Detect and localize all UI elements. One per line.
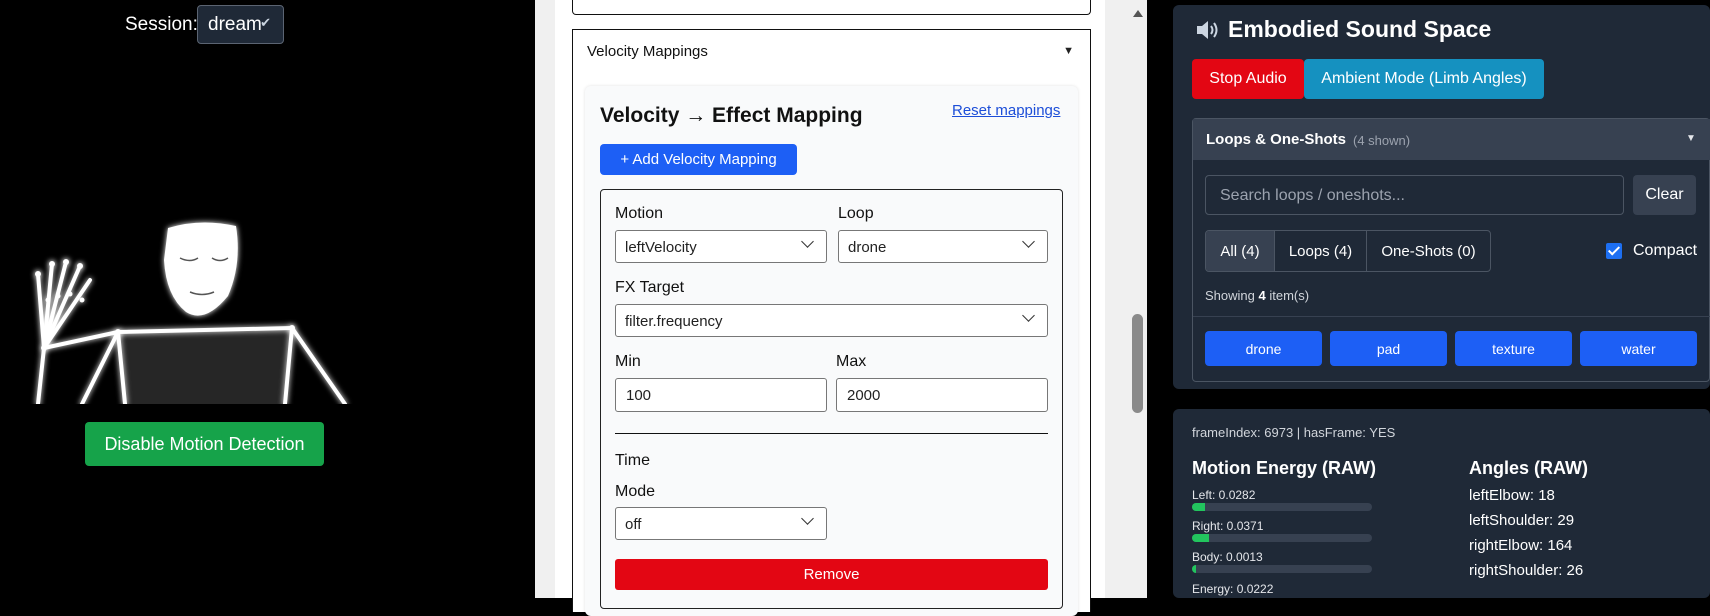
showing-count-text: Showing 4 item(s) bbox=[1205, 288, 1310, 303]
session-label: Session: bbox=[125, 14, 198, 35]
angle-left-shoulder: leftShoulder: 29 bbox=[1469, 512, 1575, 529]
min-input[interactable]: 100 bbox=[615, 378, 827, 412]
divider bbox=[1193, 316, 1710, 317]
compact-label: Compact bbox=[1633, 242, 1698, 259]
filter-tab-one-shots[interactable]: One-Shots (0) bbox=[1367, 231, 1490, 271]
scroll-up-arrow-icon[interactable] bbox=[1133, 10, 1143, 17]
energy-bar-left bbox=[1192, 503, 1372, 511]
stop-audio-button[interactable]: Stop Audio bbox=[1192, 59, 1304, 99]
angle-right-shoulder: rightShoulder: 26 bbox=[1469, 562, 1584, 579]
scrollbar-track[interactable] bbox=[1129, 0, 1147, 598]
velocity-mappings-title: Velocity Mappings bbox=[587, 43, 708, 60]
time-label: Time bbox=[615, 452, 650, 469]
divider bbox=[615, 433, 1048, 434]
energy-bar-fill bbox=[1192, 565, 1196, 573]
loop-chip-drone[interactable]: drone bbox=[1205, 331, 1322, 366]
face-mask bbox=[164, 222, 238, 316]
loop-chip-pad[interactable]: pad bbox=[1330, 331, 1447, 366]
max-label: Max bbox=[836, 353, 867, 370]
motion-select[interactable]: leftVelocity bbox=[615, 230, 827, 263]
clear-search-button[interactable]: Clear bbox=[1633, 175, 1696, 215]
frame-info: frameIndex: 6973 | hasFrame: YES bbox=[1192, 425, 1396, 440]
add-velocity-mapping-button[interactable]: + Add Velocity Mapping bbox=[600, 144, 797, 175]
chevron-down-icon bbox=[801, 512, 814, 525]
remove-mapping-button[interactable]: Remove bbox=[615, 559, 1048, 590]
pose-skeleton-preview bbox=[35, 222, 347, 404]
loops-search-input[interactable]: Search loops / oneshots... bbox=[1205, 175, 1624, 215]
motion-energy-title: Motion Energy (RAW) bbox=[1192, 458, 1376, 478]
loops-count: (4 shown) bbox=[1353, 133, 1411, 148]
sound-space-title: Embodied Sound Space bbox=[1228, 16, 1492, 42]
filter-tab-all[interactable]: All (4) bbox=[1206, 231, 1275, 271]
collapse-triangle-icon[interactable]: ▼ bbox=[1686, 133, 1696, 144]
velocity-mappings-header[interactable]: Velocity Mappings ▼ bbox=[572, 29, 1091, 73]
filter-tab-loops[interactable]: Loops (4) bbox=[1275, 231, 1367, 271]
session-select[interactable]: dream ✔ bbox=[197, 5, 284, 44]
energy-row-energy: Energy: 0.0222 bbox=[1192, 582, 1274, 596]
chevron-down-icon: ✔ bbox=[260, 15, 271, 30]
reset-mappings-link[interactable]: Reset mappings bbox=[952, 102, 1060, 119]
min-label: Min bbox=[615, 353, 641, 370]
energy-bar-fill bbox=[1192, 534, 1209, 542]
fx-target-label: FX Target bbox=[615, 279, 685, 296]
session-value: dream bbox=[208, 14, 262, 35]
previous-section-card bbox=[572, 0, 1091, 15]
scrollbar-thumb[interactable] bbox=[1132, 314, 1143, 413]
fx-target-select[interactable]: filter.frequency bbox=[615, 304, 1048, 337]
loops-title: Loops & One-Shots bbox=[1206, 131, 1346, 148]
energy-bar-body bbox=[1192, 565, 1372, 573]
max-input[interactable]: 2000 bbox=[836, 378, 1048, 412]
loop-select[interactable]: drone bbox=[838, 230, 1048, 263]
chevron-down-icon bbox=[1022, 309, 1035, 322]
chevron-down-icon bbox=[801, 235, 814, 248]
fx-target-value: filter.frequency bbox=[625, 313, 723, 330]
energy-row-left: Left: 0.0282 bbox=[1192, 488, 1256, 502]
mode-value: off bbox=[625, 516, 642, 533]
angle-right-elbow: rightElbow: 164 bbox=[1469, 537, 1573, 554]
mode-label: Mode bbox=[615, 483, 656, 500]
energy-bar-right bbox=[1192, 534, 1372, 542]
angles-title: Angles (RAW) bbox=[1469, 458, 1588, 478]
energy-row-right: Right: 0.0371 bbox=[1192, 519, 1264, 533]
motion-label: Motion bbox=[615, 205, 664, 222]
loop-chip-texture[interactable]: texture bbox=[1455, 331, 1572, 366]
energy-row-body: Body: 0.0013 bbox=[1192, 550, 1263, 564]
compact-checkbox[interactable] bbox=[1606, 243, 1622, 259]
disable-motion-detection-button[interactable]: Disable Motion Detection bbox=[85, 422, 324, 466]
speaker-icon bbox=[1197, 21, 1218, 39]
mode-select[interactable]: off bbox=[615, 507, 827, 540]
angle-left-elbow: leftElbow: 18 bbox=[1469, 487, 1555, 504]
loop-label: Loop bbox=[838, 205, 874, 222]
ambient-mode-button[interactable]: Ambient Mode (Limb Angles) bbox=[1304, 59, 1544, 99]
torso bbox=[118, 328, 292, 404]
collapse-triangle-icon: ▼ bbox=[1063, 45, 1074, 57]
velocity-effect-title: Velocity → Effect Mapping bbox=[600, 104, 863, 127]
loop-filter-tabs: All (4) Loops (4) One-Shots (0) bbox=[1205, 230, 1491, 272]
motion-value: leftVelocity bbox=[625, 239, 697, 256]
loop-chip-water[interactable]: water bbox=[1580, 331, 1697, 366]
loop-value: drone bbox=[848, 239, 887, 256]
energy-bar-fill bbox=[1192, 503, 1205, 511]
chevron-down-icon bbox=[1022, 235, 1035, 248]
